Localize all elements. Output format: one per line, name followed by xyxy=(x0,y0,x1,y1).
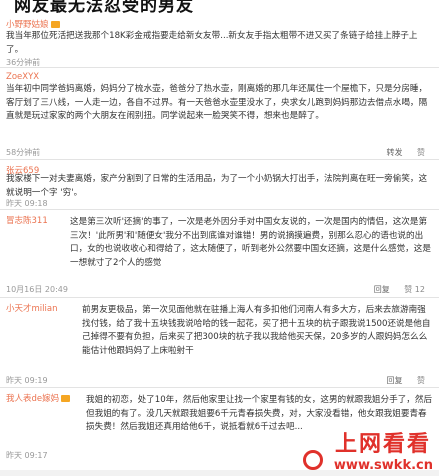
comment-user[interactable]: 小野野姑娘 xyxy=(6,18,60,30)
comment-actions: 转发 赞 xyxy=(374,147,425,158)
comment-item: 张云659 我家楼下一对夫妻离婚，家产分割到了日常的生活用品，为了一个小奶锅大打… xyxy=(0,160,439,210)
like-button[interactable]: 赞 xyxy=(417,148,425,157)
vip-badge-icon xyxy=(50,21,60,28)
repost-button[interactable]: 转发 xyxy=(386,148,402,157)
comment-text: 当年初中同学爸妈离婚，妈妈分了梳水壶，爸爸分了热水壶，刚离婚的那几年还属住一个屋… xyxy=(6,84,428,121)
comment-time: 昨天 09:18 xyxy=(6,199,48,208)
reply-button[interactable]: 回复 xyxy=(386,376,402,385)
watermark-site-name: 上网看看 xyxy=(334,432,431,457)
comment-item: 冒志陈311 这是第三次听'还摘'的事了，一次是老外因分手对中国女友说的，一次是… xyxy=(0,210,439,298)
reply-button[interactable]: 回复 xyxy=(374,285,390,294)
article-title-strip: 网友最无法忍受的男友 xyxy=(0,0,439,14)
article-title: 网友最无法忍受的男友 xyxy=(14,0,194,14)
comment-time: 10月16日 20:49 xyxy=(6,285,68,294)
comment-item: 小天才milian 前男友更极品，第一次见面他就在驻播上海人有多扣他们河南人有多… xyxy=(0,298,439,388)
comment-text: 我家楼下一对夫妻离婚，家产分割到了日常的生活用品，为了一个小奶锅大打出手，法院判… xyxy=(6,174,428,198)
comment-actions: 回复 赞 xyxy=(374,375,425,386)
comment-text: 这是第三次听'还摘'的事了，一次是老外因分手对中国女友说的，一次是国内的情侣，这… xyxy=(70,217,431,268)
comment-text: 前男友更极品，第一次见面他就在驻播上海人有多扣他们河南人有多大方，后来去旅游南强… xyxy=(82,305,431,356)
comment-actions: 回复 赞 12 xyxy=(362,284,425,295)
comment-user[interactable]: ZoeXYX xyxy=(6,72,39,82)
comment-user[interactable]: 冒志陈311 xyxy=(6,214,48,226)
like-button[interactable]: 赞 12 xyxy=(404,285,425,294)
comment-item: ZoeXYX 当年初中同学爸妈离婚，妈妈分了梳水壶，爸爸分了热水壶，刚离婚的那几… xyxy=(0,68,439,160)
comment-text: 我当年那位死活把送我那个18K彩金戒指要走给新女友带...新女友手指太粗带不进又… xyxy=(6,31,418,55)
comment-item: 小野野姑娘 我当年那位死活把送我那个18K彩金戒指要走给新女友带...新女友手指… xyxy=(0,14,439,68)
comment-user[interactable]: 我人表de嫁妈 xyxy=(6,392,71,404)
comment-time: 36分钟前 xyxy=(6,58,41,67)
comment-user[interactable]: 小天才milian xyxy=(6,302,57,314)
comment-time: 58分钟前 xyxy=(6,148,41,157)
comment-feed: 小野野姑娘 我当年那位死活把送我那个18K彩金戒指要走给新女友带...新女友手指… xyxy=(0,14,439,470)
watermark-logo-icon xyxy=(303,450,323,470)
comment-time: 昨天 09:19 xyxy=(6,376,48,385)
comment-time: 昨天 09:17 xyxy=(6,451,48,460)
watermark-url: www.swkk.cn xyxy=(333,458,433,473)
like-button[interactable]: 赞 xyxy=(417,376,425,385)
vip-badge-icon xyxy=(61,395,71,402)
